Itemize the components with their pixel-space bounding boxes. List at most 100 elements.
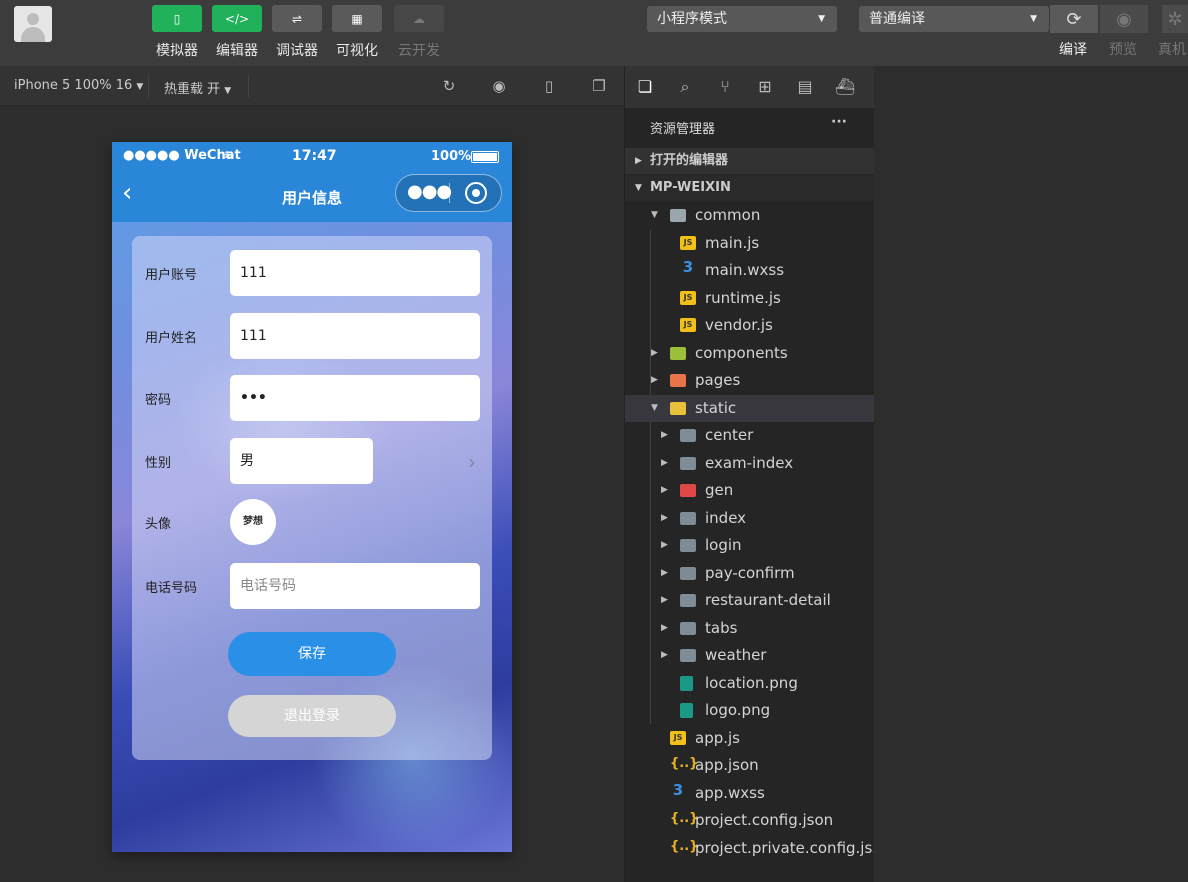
open-editors-section[interactable]: ▶ 打开的编辑器 [625, 148, 874, 174]
rotate-icon[interactable]: ↻ [440, 77, 458, 95]
git-icon[interactable]: ⑂ [714, 76, 736, 98]
chevron-down-icon: ▼ [635, 183, 642, 193]
folder-icon [680, 429, 696, 442]
popout-icon[interactable]: ❐ [590, 77, 608, 95]
compile-button[interactable]: ⟳ [1050, 5, 1098, 33]
tree-item-label: restaurant-detail [705, 591, 831, 609]
project-section[interactable]: ▼ MP-WEIXIN [625, 175, 874, 201]
tree-item[interactable]: ▶ components [625, 340, 874, 368]
tree-item[interactable]: ▶ pay-confirm [625, 560, 874, 588]
chevron-down-icon: ▼ [224, 86, 232, 96]
debugger-icon[interactable]: ⇌ [272, 5, 322, 32]
tree-item[interactable]: {..} project.config.json [625, 807, 874, 835]
mode-select[interactable]: 小程序模式 ▼ [647, 6, 837, 32]
phone-input[interactable]: 电话号码 [230, 563, 480, 609]
stop-icon[interactable]: ◉ [490, 77, 508, 95]
compile-select-value: 普通编译 [869, 11, 925, 27]
tree-item[interactable]: JS vendor.js [625, 312, 874, 340]
simulator-bar: iPhone 5 100% 16 ▼ 热重载 开 ▼ ↻ ◉ ▯ ❐ [0, 66, 624, 106]
hotreload-select[interactable]: 热重载 开 ▼ [164, 78, 231, 97]
tree-item[interactable]: ▶ login [625, 532, 874, 560]
folder-components-icon [670, 346, 686, 360]
tree-item[interactable]: ▶ pages [625, 367, 874, 395]
layout-icon[interactable]: ▦ [332, 5, 382, 32]
chevron-right-icon: ▶ [651, 375, 658, 385]
hotreload-value: 热重载 开 [164, 82, 221, 97]
eye-icon: ◉ [1116, 8, 1132, 30]
save-icon[interactable]: ▤ [794, 76, 816, 98]
preview-button[interactable]: ◉ [1100, 5, 1148, 33]
logout-button[interactable]: 退出登录 [228, 695, 396, 737]
tree-item[interactable]: ▼ common [625, 202, 874, 230]
tree-item-label: logo.png [705, 701, 771, 719]
gender-label: 性别 [145, 456, 172, 471]
debugger-label: 调试器 [276, 43, 318, 59]
simulator-icon[interactable]: ▯ [152, 5, 202, 32]
cloud-tool[interactable]: ☁ 云开发 [394, 5, 444, 60]
folder-icon [680, 649, 696, 662]
tree-item[interactable]: ▶ gen [625, 477, 874, 505]
tree-item-label: index [705, 508, 747, 527]
chevron-right-icon: ▶ [661, 567, 668, 578]
cloud-label: 云开发 [398, 43, 440, 59]
tree-item-label: location.png [705, 673, 798, 692]
simulator-tool[interactable]: ▯ 模拟器 [152, 5, 202, 60]
more-icon[interactable]: ●●● [407, 182, 452, 202]
gender-picker[interactable]: 男 [230, 438, 373, 484]
password-input[interactable]: ••• [230, 375, 480, 421]
debugger-tool[interactable]: ⇌ 调试器 [272, 5, 322, 60]
file-tree: ▼ common JS main.js 3 main.wxss JS runtime.js JS… [625, 202, 887, 863]
tree-item[interactable]: logo.png [625, 697, 874, 725]
mini-capsule: ●●● [395, 174, 502, 212]
cloud-icon[interactable]: ☁ [394, 5, 444, 32]
close-mini-icon[interactable] [465, 182, 487, 204]
save-button[interactable]: 保存 [228, 632, 396, 676]
tree-item[interactable]: {..} project.private.config.js... [625, 835, 887, 863]
tree-item[interactable]: ▼ static [625, 394, 874, 422]
explorer-panel: ❏ ⌕ ⑂ ⊞ ▤ ⛴ 资源管理器 ··· ▶ 打开的编辑器 ▼ MP-WEIX… [625, 66, 887, 882]
folder-icon [680, 621, 696, 635]
tree-item[interactable]: JS runtime.js [625, 285, 874, 313]
search-icon[interactable]: ⌕ [674, 76, 696, 98]
avatar-image[interactable]: 梦想 [230, 499, 276, 545]
css-file-icon: 3 [682, 258, 694, 276]
tree-item[interactable]: ▶ tabs [625, 615, 874, 643]
editor-tool[interactable]: </> 编辑器 [212, 5, 262, 60]
tree-item[interactable]: ▶ center [625, 422, 874, 450]
account-input[interactable]: 111 [230, 250, 480, 296]
visual-tool[interactable]: ▦ 可视化 [332, 5, 382, 60]
tree-item[interactable]: JS app.js [625, 725, 874, 753]
phone-label: 电话号码 [145, 581, 198, 596]
tree-item-label: project.config.json [695, 811, 834, 829]
project-label: MP-WEIXIN [650, 180, 731, 195]
more-actions-icon[interactable]: ··· [831, 114, 847, 130]
tree-item[interactable]: 3 app.wxss [625, 780, 874, 808]
tree-item[interactable]: {..} app.json [625, 752, 874, 780]
tree-item[interactable]: 3 main.wxss [625, 257, 874, 285]
tree-item-label: pay-confirm [705, 563, 795, 582]
device-select[interactable]: iPhone 5 100% 16 ▼ [14, 78, 143, 93]
js-file-icon: JS [680, 235, 696, 250]
device-debug-button[interactable]: ✲ [1162, 5, 1188, 33]
code-icon[interactable]: </> [212, 5, 262, 32]
extensions-icon[interactable]: ⊞ [754, 76, 776, 98]
compile-select[interactable]: 普通编译 ▼ [859, 6, 1049, 32]
tree-item[interactable]: ▶ weather [625, 642, 874, 670]
tree-item[interactable]: location.png [625, 670, 874, 698]
mode-select-value: 小程序模式 [657, 11, 727, 27]
docker-icon[interactable]: ⛴ [834, 76, 856, 98]
json-file-icon: {..} [670, 811, 699, 826]
name-input[interactable]: 111 [230, 313, 480, 359]
tree-item[interactable]: ▶ index [625, 505, 874, 533]
files-icon[interactable]: ❏ [634, 76, 656, 98]
visual-label: 可视化 [336, 43, 378, 59]
tree-item-label: main.wxss [705, 261, 785, 279]
tree-item-label: tabs [705, 618, 738, 637]
tree-item[interactable]: JS main.js [625, 230, 874, 258]
user-avatar[interactable] [14, 6, 52, 42]
phone-icon[interactable]: ▯ [540, 77, 558, 95]
tree-item[interactable]: ▶ restaurant-detail [625, 587, 874, 615]
tree-item[interactable]: ▶ exam-index [625, 450, 874, 478]
account-label: 用户账号 [145, 268, 198, 283]
chevron-down-icon: ▼ [818, 14, 825, 24]
